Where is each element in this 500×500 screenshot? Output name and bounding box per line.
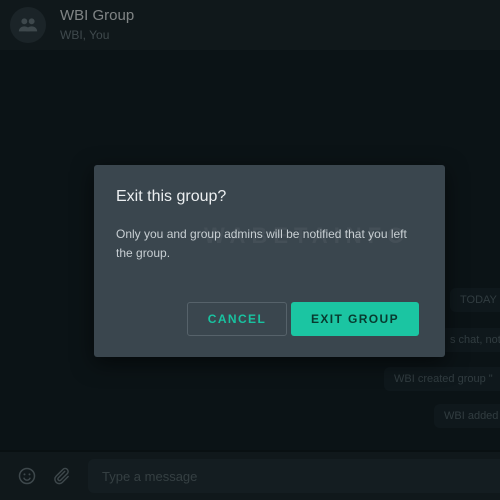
watermark: WABETAINFO	[204, 223, 411, 248]
dialog-title: Exit this group?	[116, 188, 227, 205]
cancel-button[interactable]: CANCEL	[187, 302, 287, 336]
exit-group-button[interactable]: EXIT GROUP	[291, 302, 419, 336]
dialog-actions: CANCEL EXIT GROUP	[187, 302, 419, 336]
exit-group-dialog: WABETAINFO Exit this group? Only you and…	[94, 165, 445, 357]
